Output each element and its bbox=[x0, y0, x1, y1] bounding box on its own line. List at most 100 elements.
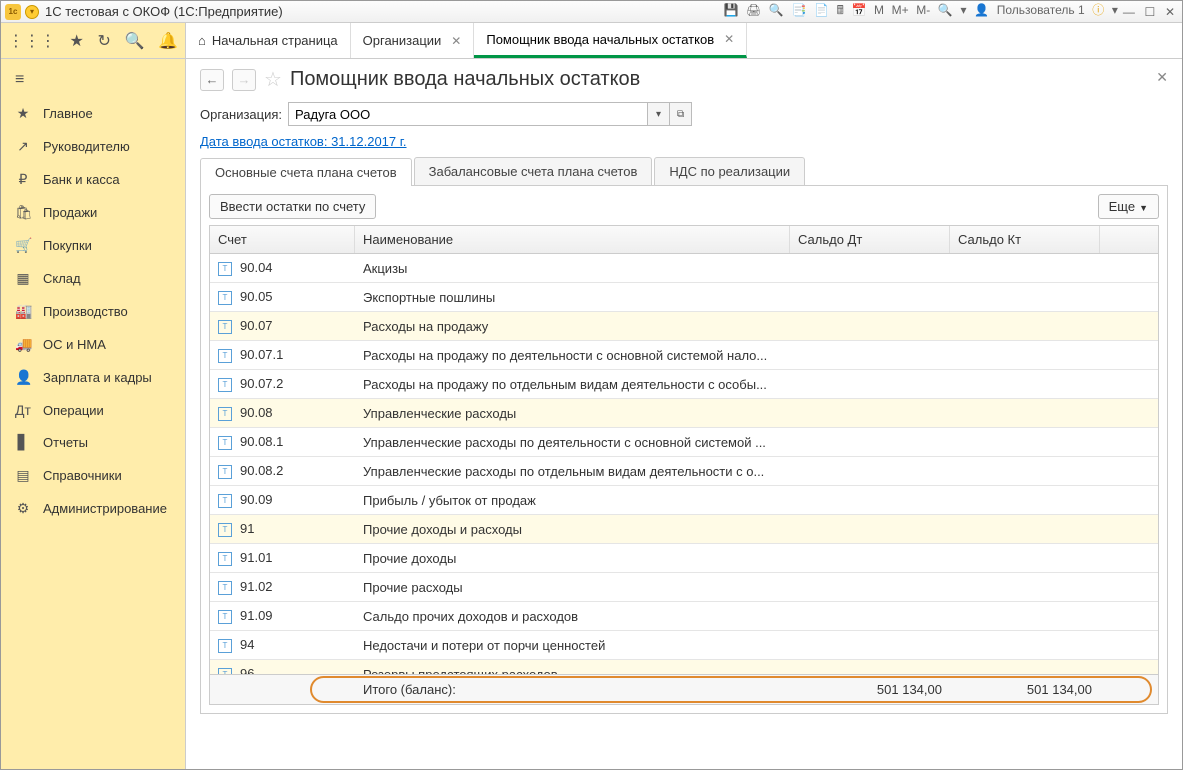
info-icon[interactable]: ⓘ bbox=[1092, 3, 1104, 17]
history-icon[interactable]: ↻ bbox=[98, 31, 111, 51]
toolbar-quick-icons: ⋮⋮⋮ ★ ↻ 🔍 🔔 bbox=[1, 23, 186, 58]
grid-body[interactable]: T90.04АкцизыT90.05Экспортные пошлиныT90.… bbox=[210, 254, 1158, 674]
sidebar-item-10[interactable]: ▋Отчеты bbox=[1, 426, 185, 459]
sidebar-item-8[interactable]: 👤Зарплата и кадры bbox=[1, 361, 185, 394]
info-dropdown-icon[interactable]: ▾ bbox=[1112, 3, 1118, 17]
table-row[interactable]: T96Резервы предстоящих расходов bbox=[210, 660, 1158, 674]
table-row[interactable]: T90.05Экспортные пошлины bbox=[210, 283, 1158, 312]
col-debit[interactable]: Сальдо Дт bbox=[790, 226, 950, 253]
star-icon[interactable]: ★ bbox=[70, 31, 84, 51]
more-button-label: Еще bbox=[1109, 199, 1135, 214]
tab-assistant[interactable]: Помощник ввода начальных остатков ✕ bbox=[474, 23, 747, 58]
memory-m-button[interactable]: M bbox=[874, 3, 884, 17]
subtab-offbalance-accounts[interactable]: Забалансовые счета плана счетов bbox=[414, 157, 653, 185]
sidebar-item-6[interactable]: 🏭Производство bbox=[1, 295, 185, 328]
table-row[interactable]: T90.09Прибыль / убыток от продаж bbox=[210, 486, 1158, 515]
print-icon[interactable]: 🖨 bbox=[746, 3, 761, 17]
preview-icon[interactable]: 🔍 bbox=[769, 3, 784, 17]
org-open-button[interactable]: ⧉ bbox=[670, 102, 692, 126]
search-icon[interactable]: 🔍 bbox=[125, 31, 145, 51]
subtab-vat[interactable]: НДС по реализации bbox=[654, 157, 805, 185]
form-close-icon[interactable]: ✕ bbox=[1156, 69, 1168, 86]
sidebar-icon: ↗ bbox=[15, 138, 31, 155]
user-icon[interactable]: 👤 bbox=[974, 3, 989, 17]
table-row[interactable]: T91.09Сальдо прочих доходов и расходов bbox=[210, 602, 1158, 631]
bell-icon[interactable]: 🔔 bbox=[158, 31, 178, 51]
tab-close-icon[interactable]: ✕ bbox=[451, 34, 461, 48]
org-input[interactable] bbox=[288, 102, 648, 126]
sidebar-item-label: Руководителю bbox=[43, 139, 130, 154]
sidebar-item-label: Зарплата и кадры bbox=[43, 370, 152, 385]
sidebar-item-5[interactable]: ▦Склад bbox=[1, 262, 185, 295]
account-icon: T bbox=[218, 291, 232, 305]
more-button[interactable]: Еще▼ bbox=[1098, 194, 1159, 219]
nav-forward-button[interactable]: → bbox=[232, 69, 256, 91]
sidebar-item-9[interactable]: Дт Операции bbox=[1, 394, 185, 426]
tab-close-icon[interactable]: ✕ bbox=[724, 32, 734, 46]
tab-organizations[interactable]: Организации ✕ bbox=[351, 23, 475, 58]
memory-mplus-button[interactable]: M+ bbox=[892, 3, 909, 17]
subtab-main-accounts[interactable]: Основные счета плана счетов bbox=[200, 158, 412, 186]
table-row[interactable]: T90.04Акцизы bbox=[210, 254, 1158, 283]
col-credit[interactable]: Сальдо Кт bbox=[950, 226, 1100, 253]
zoom-icon[interactable]: 🔍 bbox=[938, 3, 953, 17]
table-row[interactable]: T91.02Прочие расходы bbox=[210, 573, 1158, 602]
table-row[interactable]: T90.07.1Расходы на продажу по деятельнос… bbox=[210, 341, 1158, 370]
app-menu-dropdown[interactable]: ▾ bbox=[25, 5, 39, 19]
hamburger-icon[interactable]: ≡ bbox=[1, 63, 185, 97]
col-name[interactable]: Наименование bbox=[355, 226, 790, 253]
sidebar-icon: Дт bbox=[15, 402, 31, 418]
calendar-icon[interactable]: 📅 bbox=[851, 3, 866, 17]
favorite-star-icon[interactable]: ☆ bbox=[264, 67, 282, 92]
account-icon: T bbox=[218, 610, 232, 624]
memory-mminus-button[interactable]: M- bbox=[916, 3, 930, 17]
maximize-button[interactable]: ☐ bbox=[1145, 5, 1156, 19]
compare-icon[interactable]: 📑 bbox=[791, 3, 806, 17]
enter-balances-button[interactable]: Ввести остатки по счету bbox=[209, 194, 376, 219]
org-combo: ▾ ⧉ bbox=[288, 102, 692, 126]
table-row[interactable]: T91Прочие доходы и расходы bbox=[210, 515, 1158, 544]
calculator-icon[interactable]: 🖩 bbox=[837, 3, 844, 17]
sidebar-icon: ▦ bbox=[15, 270, 31, 287]
sidebar-item-7[interactable]: 🚚ОС и НМА bbox=[1, 328, 185, 361]
table-row[interactable]: T90.08.1Управленческие расходы по деятел… bbox=[210, 428, 1158, 457]
close-button[interactable]: ✕ bbox=[1165, 5, 1175, 19]
help-dropdown-icon[interactable]: ▾ bbox=[961, 3, 967, 17]
sidebar-item-4[interactable]: 🛒Покупки bbox=[1, 229, 185, 262]
user-name-label[interactable]: Пользователь 1 bbox=[997, 3, 1085, 17]
date-link[interactable]: Дата ввода остатков: 31.12.2017 г. bbox=[200, 134, 407, 149]
nav-back-button[interactable]: ← bbox=[200, 69, 224, 91]
sidebar-item-label: Производство bbox=[43, 304, 128, 319]
grid-header: Счет Наименование Сальдо Дт Сальдо Кт bbox=[210, 226, 1158, 254]
org-dropdown-button[interactable]: ▾ bbox=[648, 102, 670, 126]
sidebar-item-1[interactable]: ↗ Руководителю bbox=[1, 130, 185, 163]
minimize-button[interactable]: — bbox=[1123, 5, 1135, 19]
save-icon[interactable]: 💾 bbox=[723, 3, 738, 17]
sidebar-item-label: Операции bbox=[43, 403, 104, 418]
account-icon: T bbox=[218, 581, 232, 595]
main-toolbar: ⋮⋮⋮ ★ ↻ 🔍 🔔 ⌂ Начальная страница Организ… bbox=[1, 23, 1182, 59]
table-row[interactable]: T90.08.2Управленческие расходы по отдель… bbox=[210, 457, 1158, 486]
sidebar-item-3[interactable]: 🛍 Продажи bbox=[1, 196, 185, 229]
table-row[interactable]: T91.01Прочие доходы bbox=[210, 544, 1158, 573]
sidebar-item-label: Продажи bbox=[43, 205, 97, 220]
sidebar-icon: ▤ bbox=[15, 467, 31, 484]
sidebar-item-0[interactable]: ★Главное bbox=[1, 97, 185, 130]
table-row[interactable]: T90.07Расходы на продажу bbox=[210, 312, 1158, 341]
sidebar-item-11[interactable]: ▤Справочники bbox=[1, 459, 185, 492]
copy-icon[interactable]: 📄 bbox=[814, 3, 829, 17]
table-row[interactable]: T94Недостачи и потери от порчи ценностей bbox=[210, 631, 1158, 660]
sidebar-icon: ★ bbox=[15, 105, 31, 122]
sidebar-item-12[interactable]: ⚙Администрирование bbox=[1, 492, 185, 525]
tab-home[interactable]: ⌂ Начальная страница bbox=[186, 23, 351, 58]
col-account[interactable]: Счет bbox=[210, 226, 355, 253]
table-row[interactable]: T90.07.2Расходы на продажу по отдельным … bbox=[210, 370, 1158, 399]
sidebar-icon: ▋ bbox=[15, 434, 31, 451]
tab-assistant-label: Помощник ввода начальных остатков bbox=[486, 32, 714, 47]
sidebar-item-2[interactable]: ₽Банк и касса bbox=[1, 163, 185, 196]
sidebar-icon: 🛒 bbox=[15, 237, 31, 254]
table-row[interactable]: T90.08Управленческие расходы bbox=[210, 399, 1158, 428]
sidebar-icon: 🛍 bbox=[15, 204, 31, 221]
window-controls: — ☐ ✕ bbox=[1120, 4, 1178, 19]
apps-icon[interactable]: ⋮⋮⋮ bbox=[8, 31, 56, 51]
